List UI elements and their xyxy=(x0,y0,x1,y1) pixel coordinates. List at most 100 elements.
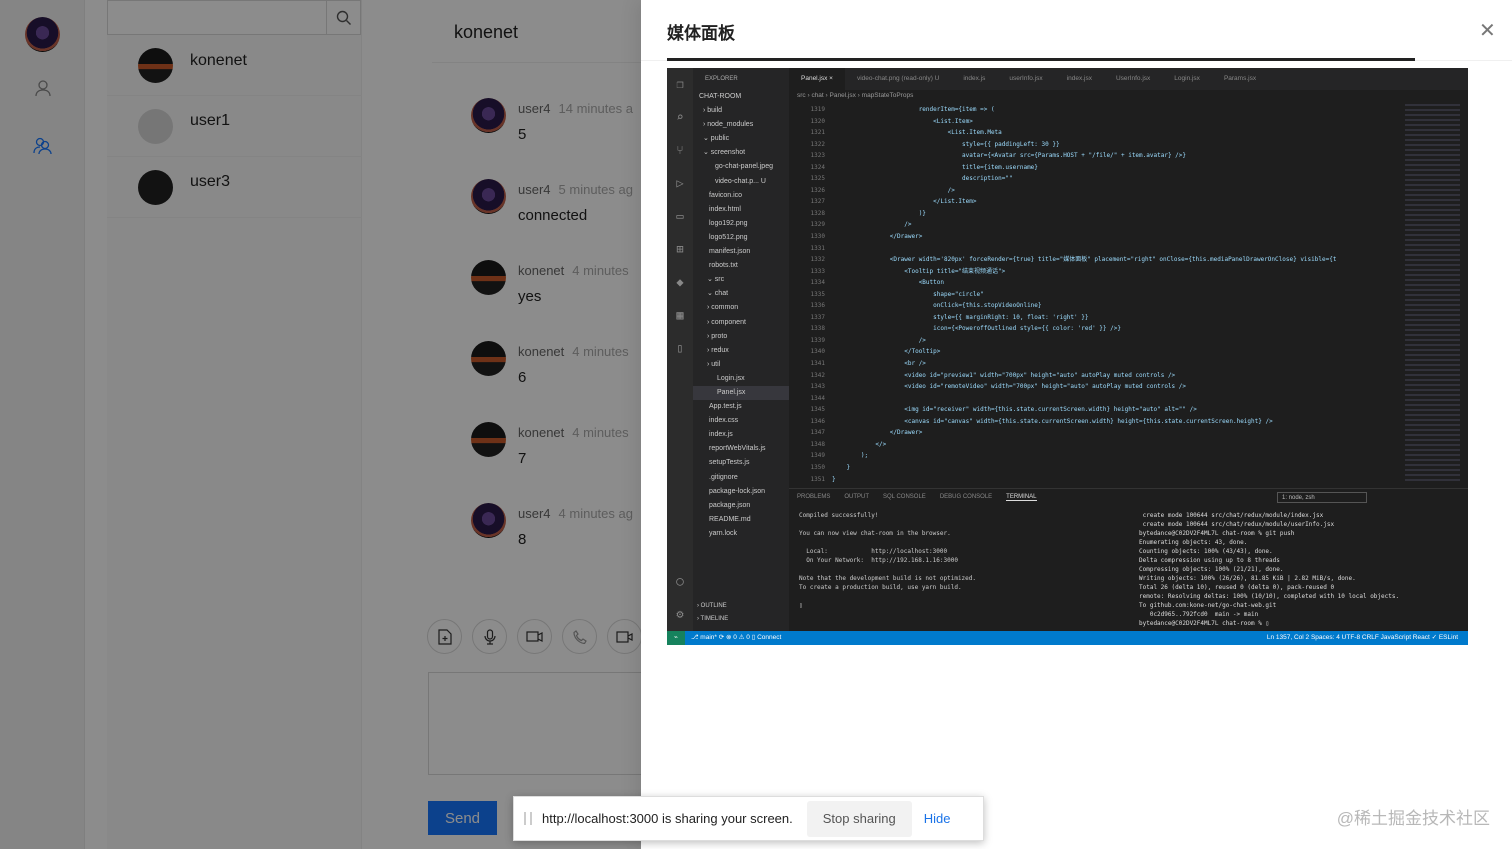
file-tree-item[interactable]: index.css xyxy=(693,414,789,428)
file-tree-item[interactable]: go-chat-panel.jpeg xyxy=(693,160,789,174)
file-tree-item[interactable]: › node_modules xyxy=(693,118,789,132)
file-tree-item[interactable]: › common xyxy=(693,301,789,315)
file-tree-item[interactable]: reportWebVitals.js xyxy=(693,442,789,456)
file-tree-item[interactable]: ⌄ chat xyxy=(693,287,789,301)
line-number: 1326 xyxy=(789,185,825,197)
code-line: } xyxy=(832,474,1392,486)
line-number: 1340 xyxy=(789,346,825,358)
screen-sharing-bar: http://localhost:3000 is sharing your sc… xyxy=(513,796,984,841)
code-line: </> xyxy=(832,439,1392,451)
stop-sharing-button[interactable]: Stop sharing xyxy=(807,801,912,837)
drawer-mask[interactable] xyxy=(0,0,641,849)
file-tree-item[interactable]: setupTests.js xyxy=(693,456,789,470)
file-tree-item[interactable]: Panel.jsx xyxy=(693,386,789,400)
code-line: <List.Item> xyxy=(832,116,1392,128)
line-number: 1350 xyxy=(789,462,825,474)
terminal-output-left: Compiled successfully! You can now view … xyxy=(799,511,976,610)
editor-tab[interactable]: Panel.jsx × xyxy=(789,68,845,90)
file-tree-item[interactable]: index.js xyxy=(693,428,789,442)
spacer xyxy=(667,365,693,565)
line-number: 1333 xyxy=(789,266,825,278)
line-number: 1336 xyxy=(789,300,825,312)
panel-tab[interactable]: TERMINAL xyxy=(1006,494,1036,501)
line-number: 1324 xyxy=(789,162,825,174)
code-line: <video id="remoteVideo" width="700px" he… xyxy=(832,381,1392,393)
editor-tab[interactable]: index.js xyxy=(951,68,997,90)
drag-handle-icon[interactable] xyxy=(524,812,532,825)
code-line: <video id="preview1" width="700px" heigh… xyxy=(832,370,1392,382)
search-icon: ⌕ xyxy=(667,101,693,134)
file-tree-item[interactable]: favicon.ico xyxy=(693,189,789,203)
line-number: 1332 xyxy=(789,254,825,266)
code-line: )} xyxy=(832,208,1392,220)
file-tree-item[interactable]: README.md xyxy=(693,513,789,527)
line-number: 1330 xyxy=(789,231,825,243)
file-tree-item[interactable]: ⌄ src xyxy=(693,273,789,287)
file-tree-item[interactable]: › component xyxy=(693,316,789,330)
file-tree-item[interactable]: App.test.js xyxy=(693,400,789,414)
timeline-section: › TIMELINE xyxy=(697,616,728,622)
file-tree-item[interactable]: CHAT-ROOM xyxy=(693,90,789,104)
hide-button[interactable]: Hide xyxy=(924,811,951,826)
file-tree-item[interactable]: manifest.json xyxy=(693,245,789,259)
panel-tab[interactable]: SQL CONSOLE xyxy=(883,494,926,501)
file-tree-item[interactable]: package.json xyxy=(693,499,789,513)
terminal-output-right: create mode 100644 src/chat/redux/module… xyxy=(1139,511,1399,628)
file-tree-item[interactable]: logo512.png xyxy=(693,231,789,245)
file-tree-item[interactable]: › util xyxy=(693,358,789,372)
editor-tab[interactable]: UserInfo.jsx xyxy=(1104,68,1162,90)
line-number: 1351 xyxy=(789,474,825,486)
source-control-icon: ⑂ xyxy=(667,134,693,167)
editor-tab[interactable]: video-chat.png (read-only) U xyxy=(845,68,951,90)
code-line: shape="circle" xyxy=(832,289,1392,301)
account-icon: ◯ xyxy=(667,565,693,598)
code-line: icon={<PoweroffOutlined style={{ color: … xyxy=(832,323,1392,335)
line-number: 1345 xyxy=(789,404,825,416)
code-line: </Drawer> xyxy=(832,427,1392,439)
file-tree-item[interactable]: Login.jsx xyxy=(693,372,789,386)
file-tree-item[interactable]: yarn.lock xyxy=(693,527,789,541)
file-tree-item[interactable]: ⌄ public xyxy=(693,132,789,146)
file-tree-item[interactable]: › build xyxy=(693,104,789,118)
explorer-header: EXPLORER xyxy=(693,68,789,90)
code-line: style={{ paddingLeft: 30 }} xyxy=(832,139,1392,151)
code-line: style={{ marginRight: 10, float: 'right'… xyxy=(832,312,1392,324)
shared-screen-video[interactable]: ❐ ⌕ ⑂ ▷ ▭ ⊞ ◆ ▦ ▯ ◯ ⚙ EXPLORER CHAT-ROOM… xyxy=(667,68,1468,645)
editor-tab[interactable]: userInfo.jsx xyxy=(997,68,1054,90)
code-line: description="" xyxy=(832,173,1392,185)
close-icon[interactable]: ✕ xyxy=(1479,18,1496,43)
sharing-message: http://localhost:3000 is sharing your sc… xyxy=(542,811,793,826)
file-tree-item[interactable]: robots.txt xyxy=(693,259,789,273)
file-tree-item[interactable]: ⌄ screenshot xyxy=(693,146,789,160)
code-line: <Tooltip title="结束视频通话"> xyxy=(832,266,1392,278)
panel-tab[interactable]: OUTPUT xyxy=(844,494,869,501)
docker-icon: ◆ xyxy=(667,266,693,299)
editor-tab[interactable]: index.jsx xyxy=(1055,68,1104,90)
line-number: 1328 xyxy=(789,208,825,220)
code-line: title={item.username} xyxy=(832,162,1392,174)
line-number: 1343 xyxy=(789,381,825,393)
outline-section: › OUTLINE xyxy=(697,603,728,616)
line-number: 1337 xyxy=(789,312,825,324)
panel-tab[interactable]: PROBLEMS xyxy=(797,494,830,501)
editor-tab[interactable]: Params.jsx xyxy=(1212,68,1268,90)
file-tree-item[interactable]: video-chat.p... U xyxy=(693,175,789,189)
watermark: @稀土掘金技术社区 xyxy=(1337,804,1490,829)
status-left: ⎇ main* ⟳ ⊗ 0 ⚠ 0 ▯ Connect xyxy=(691,631,781,645)
panel-tab[interactable]: DEBUG CONSOLE xyxy=(940,494,992,501)
editor-tab[interactable]: Login.jsx xyxy=(1162,68,1212,90)
line-number: 1334 xyxy=(789,277,825,289)
terminal-select: 1: node, zsh xyxy=(1277,492,1367,503)
file-tree-item[interactable]: logo192.png xyxy=(693,217,789,231)
code-line: <Drawer width='820px' forceRender={true}… xyxy=(832,254,1392,266)
file-tree-item[interactable]: › redux xyxy=(693,344,789,358)
line-number: 1320 xyxy=(789,116,825,128)
line-number: 1323 xyxy=(789,150,825,162)
line-number: 1325 xyxy=(789,173,825,185)
code-line: /> xyxy=(832,185,1392,197)
file-tree-item[interactable]: package-lock.json xyxy=(693,485,789,499)
file-tree-item[interactable]: › proto xyxy=(693,330,789,344)
file-tree-item[interactable]: index.html xyxy=(693,203,789,217)
code-line: <List.Item.Meta xyxy=(832,127,1392,139)
file-tree-item[interactable]: .gitignore xyxy=(693,471,789,485)
